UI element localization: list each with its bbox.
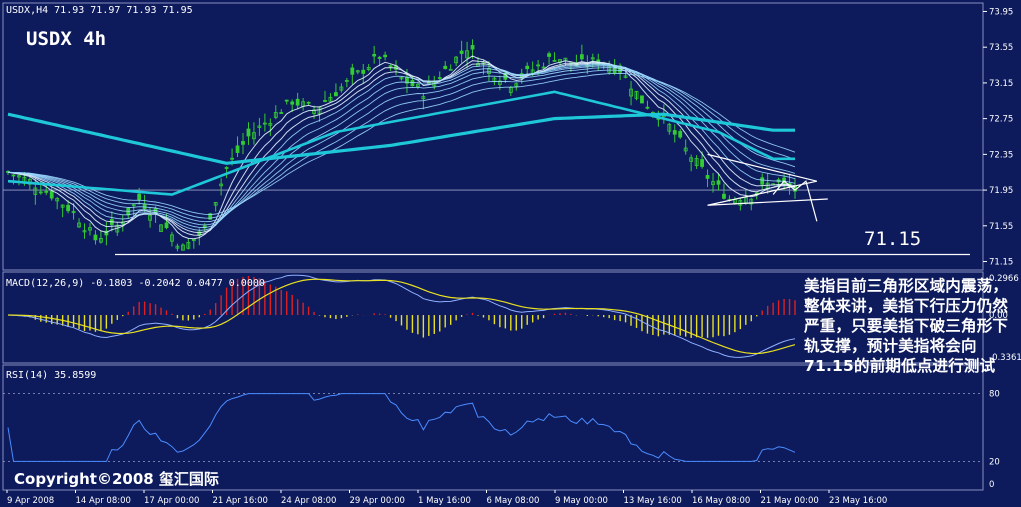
candle-body [295, 98, 300, 106]
candle-body [137, 193, 142, 200]
x-tick-label: 16 May 08:00 [692, 496, 750, 506]
candle-body [383, 54, 388, 58]
candle-body [377, 56, 382, 59]
candle-body [334, 92, 338, 97]
copyright-text: Copyright©2008 玺汇国际 [14, 470, 219, 488]
candle-body [678, 131, 683, 138]
rsi-y-tick: 0 [989, 480, 994, 490]
candle-body [44, 190, 49, 193]
y-tick-label: 71.95 [989, 186, 1013, 196]
x-tick-label: 23 May 16:00 [829, 496, 887, 506]
y-tick-label: 72.75 [989, 115, 1013, 125]
y-tick-label: 71.55 [989, 222, 1013, 232]
candle-body [241, 141, 245, 145]
x-tick-label: 24 Apr 08:00 [281, 496, 336, 506]
macd-info-label: MACD(12,26,9) -0.1803 -0.2042 0.0477 0.0… [6, 278, 265, 289]
candle-body [361, 69, 366, 74]
main-panel-frame [2, 2, 984, 271]
x-tick-label: 21 May 00:00 [761, 496, 819, 506]
candle-body [93, 234, 98, 241]
y-tick-label: 73.95 [989, 7, 1013, 17]
candle-body [350, 67, 355, 75]
candle-body [388, 65, 393, 68]
y-tick-label: 73.15 [989, 79, 1013, 89]
candle-body [49, 190, 54, 199]
candle-body [448, 68, 453, 71]
rsi-y-tick: 20 [989, 457, 1000, 467]
candle-body [705, 175, 710, 179]
chart-canvas: 73.95 73.55 73.15 72.75 72.35 71.95 71.55 71.15… [2, 2, 1021, 506]
commentary-text: 美指目前三角形区域内震荡，整体来讲，美指下行压力仍然严重，只要美指下破三角形下轨… [804, 277, 1009, 375]
x-tick-label: 29 Apr 00:00 [350, 496, 405, 506]
y-tick-label: 72.35 [989, 150, 1013, 160]
candle-body [306, 101, 311, 104]
candle-body [640, 95, 644, 104]
chart-window: { "header": { "price_info": "USDX,H4 71.… [0, 0, 1021, 507]
candle-body [672, 130, 677, 135]
y-tick-label: 71.15 [989, 258, 1013, 268]
x-tick-label: 21 Apr 16:00 [213, 496, 268, 506]
x-tick-label: 14 Apr 08:00 [76, 496, 131, 506]
candle-body [700, 159, 704, 167]
x-tick-label: 17 Apr 00:00 [144, 496, 199, 506]
candle-body [722, 193, 726, 199]
candle-body [645, 106, 650, 109]
candle-body [284, 99, 289, 102]
support-level-label: 71.15 [864, 228, 922, 250]
candle-body [372, 53, 377, 57]
candle-body [279, 112, 284, 114]
rsi-line [7, 393, 796, 462]
rsi-info-label: RSI(14) 35.8599 [6, 370, 97, 381]
candle-body [323, 100, 327, 102]
x-tick-label: 9 Apr 2008 [7, 496, 54, 506]
x-tick-label: 1 May 16:00 [418, 496, 471, 506]
candle-body [164, 222, 169, 229]
candle-body [716, 180, 721, 185]
symbol-label: USDX 4h [26, 28, 107, 50]
candle-body [459, 50, 464, 54]
candle-body [437, 77, 442, 79]
candle-body [547, 53, 551, 57]
candle-body [410, 80, 415, 87]
candle-body [11, 174, 16, 177]
candle-body [66, 204, 71, 212]
candle-body [579, 54, 584, 60]
ema-ribbon-line [7, 60, 796, 236]
candle-body [525, 65, 530, 70]
rsi-y-tick: 80 [989, 390, 1000, 400]
candle-body [443, 65, 448, 69]
x-tick-label: 13 May 16:00 [624, 496, 682, 506]
y-tick-label: 73.55 [989, 43, 1013, 53]
candle-body [246, 128, 251, 137]
candle-body [760, 177, 765, 185]
x-tick-label: 9 May 00:00 [555, 496, 608, 506]
candle-body [470, 45, 475, 50]
x-tick-label: 6 May 08:00 [487, 496, 540, 506]
candle-body [235, 145, 240, 153]
price-info-label: USDX,H4 71.93 71.97 71.93 71.95 [6, 5, 193, 16]
candle-body [290, 101, 295, 105]
